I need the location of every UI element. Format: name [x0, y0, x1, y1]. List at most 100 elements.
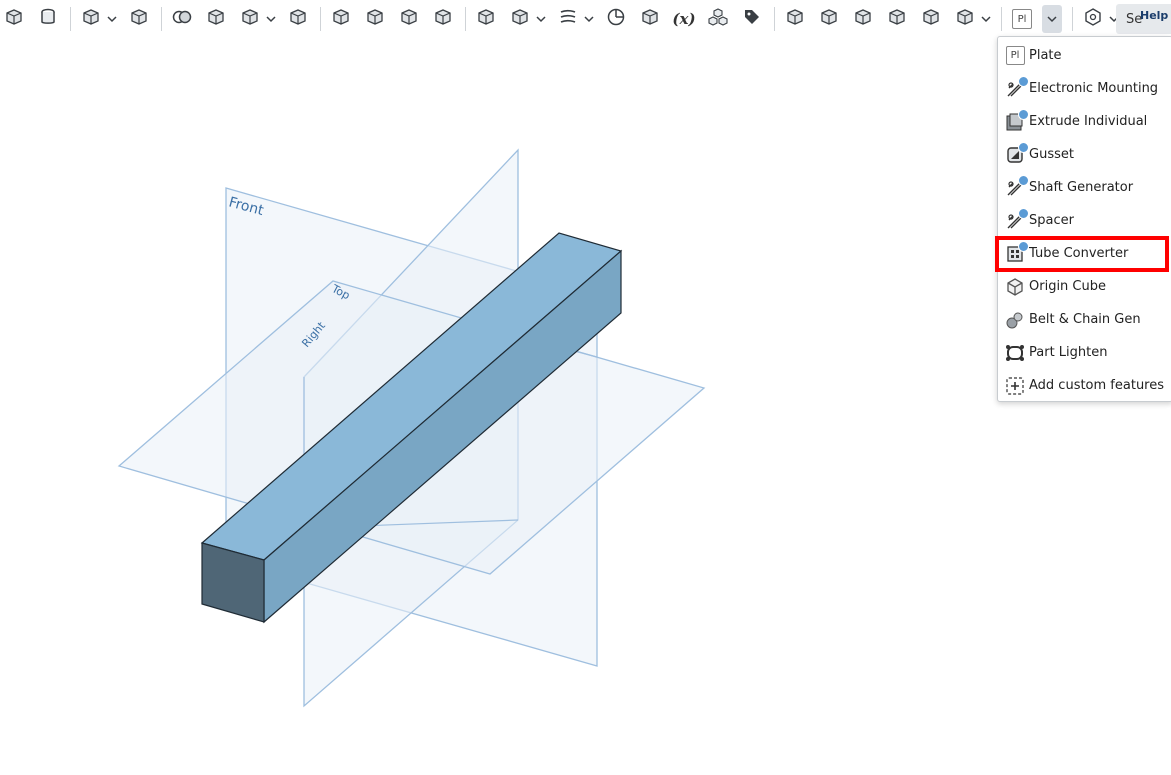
toolbar-separator [70, 7, 71, 31]
menu-item-part-lighten[interactable]: Part Lighten [998, 336, 1171, 369]
table-button[interactable] [917, 5, 945, 33]
delete-part-icon [288, 7, 308, 31]
gusset-icon [1004, 141, 1029, 166]
split-icon [206, 7, 226, 31]
info-badge-icon [1018, 207, 1029, 219]
custom-feature-button[interactable] [1079, 5, 1107, 33]
delete-face-button[interactable] [361, 5, 389, 33]
menu-item-origin-cube[interactable]: Origin Cube [998, 270, 1171, 303]
info-badge-icon [1018, 141, 1029, 153]
mirror-button[interactable] [125, 5, 153, 33]
plate-icon: Pl [1004, 45, 1026, 67]
info-badge-icon [1018, 174, 1029, 186]
belt-chain-icon [1004, 309, 1026, 331]
menu-item-spacer[interactable]: Spacer [998, 204, 1171, 237]
menu-item-plate[interactable]: Pl Plate [998, 39, 1171, 72]
mirror-icon [129, 7, 149, 31]
menu-item-label: Add custom features [1029, 378, 1165, 393]
plate-button[interactable]: Pl [1008, 5, 1036, 33]
chevron-down-icon[interactable] [107, 15, 117, 23]
replace-face-button[interactable] [429, 5, 457, 33]
move-face-button[interactable] [395, 5, 423, 33]
menu-item-add-custom[interactable]: Add custom features [998, 369, 1171, 402]
menu-item-label: Part Lighten [1029, 345, 1108, 360]
extrude-individual-icon [1004, 108, 1029, 133]
toolbar-separator [161, 7, 162, 31]
menu-item-extrude-individual[interactable]: Extrude Individual [998, 105, 1171, 138]
spacer-icon [1004, 207, 1029, 232]
help-badge[interactable]: Help [1140, 9, 1168, 22]
toolbar-separator [1072, 7, 1073, 31]
add-custom-icon [1004, 375, 1026, 397]
cubes-icon [708, 7, 728, 31]
helix-button[interactable] [554, 5, 582, 33]
cubes-button[interactable] [704, 5, 732, 33]
import-button[interactable] [636, 5, 664, 33]
menu-item-label: Shaft Generator [1029, 180, 1134, 195]
plate-icon: Pl [1012, 9, 1032, 29]
sheet-metal-icon [785, 7, 805, 31]
custom-feature-icon [1083, 7, 1103, 31]
chevron-down-icon[interactable] [536, 15, 546, 23]
tag-icon [742, 7, 762, 31]
model-canvas[interactable]: Front Top Right [0, 38, 1171, 771]
toolbar-separator [774, 7, 775, 31]
corner-button[interactable] [883, 5, 911, 33]
tag-button[interactable] [738, 5, 766, 33]
origin-cube-icon [1004, 276, 1026, 298]
menu-item-belt-chain[interactable]: Belt & Chain Gen [998, 303, 1171, 336]
revolve-icon [4, 7, 24, 31]
measure-icon [606, 7, 626, 31]
menu-item-label: Origin Cube [1029, 279, 1106, 294]
menu-item-label: Belt & Chain Gen [1029, 312, 1141, 327]
delete-face-icon [365, 7, 385, 31]
menu-item-label: Electronic Mounting [1029, 81, 1159, 96]
flat-view-button[interactable] [951, 5, 979, 33]
revolve-button[interactable] [0, 5, 28, 33]
menu-item-label: Spacer [1029, 213, 1074, 228]
measure-button[interactable] [602, 5, 630, 33]
transform-icon [240, 7, 260, 31]
mate-connector-icon [510, 7, 530, 31]
custom-features-dropdown-toggle[interactable] [1042, 5, 1062, 33]
info-badge-icon [1018, 108, 1029, 120]
menu-item-label: Extrude Individual [1029, 114, 1148, 129]
plane-button[interactable] [472, 5, 500, 33]
custom-features-menu: Pl Plate Electronic Mounting Extrude Indivi… [997, 36, 1171, 402]
menu-item-shaft-generator[interactable]: Shaft Generator [998, 171, 1171, 204]
electronic-mounting-icon [1004, 75, 1029, 100]
modify-fillet-button[interactable] [327, 5, 355, 33]
plane-icon [476, 7, 496, 31]
sheet-metal-button[interactable] [781, 5, 809, 33]
delete-part-button[interactable] [284, 5, 312, 33]
transform-button[interactable] [236, 5, 264, 33]
chevron-down-icon[interactable] [584, 15, 594, 23]
variable-button[interactable]: (x) [670, 5, 698, 33]
boolean-button[interactable] [168, 5, 196, 33]
cylinder-icon [38, 7, 58, 31]
sheet-metal-close-icon [819, 7, 839, 31]
info-badge-icon [1018, 75, 1029, 87]
feature-toolbar: (x) Pl [0, 0, 1171, 38]
menu-item-gusset[interactable]: Gusset [998, 138, 1171, 171]
pattern-icon [81, 7, 101, 31]
highlight-box [995, 236, 1169, 272]
pattern-button[interactable] [77, 5, 105, 33]
flange-icon [853, 7, 873, 31]
cylinder-button[interactable] [34, 5, 62, 33]
chevron-down-icon[interactable] [266, 15, 276, 23]
split-button[interactable] [202, 5, 230, 33]
menu-item-electronic-mounting[interactable]: Electronic Mounting [998, 72, 1171, 105]
corner-icon [887, 7, 907, 31]
menu-item-label: Plate [1029, 48, 1062, 63]
import-icon [640, 7, 660, 31]
flange-button[interactable] [849, 5, 877, 33]
shaft-generator-icon [1004, 174, 1029, 199]
replace-face-icon [433, 7, 453, 31]
part-lighten-icon [1004, 342, 1026, 364]
sheet-metal-close-button[interactable] [815, 5, 843, 33]
flat-view-icon [955, 7, 975, 31]
chevron-down-icon[interactable] [981, 15, 991, 23]
graphics-viewport[interactable]: Front Top Right [0, 38, 1171, 771]
mate-connector-button[interactable] [506, 5, 534, 33]
